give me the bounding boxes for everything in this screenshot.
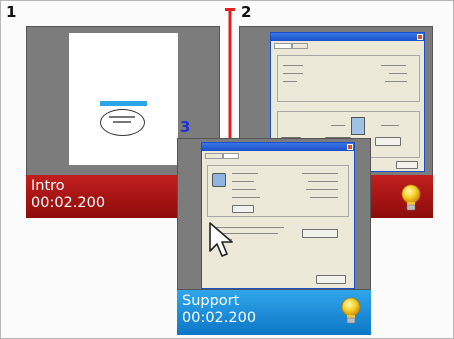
lightbulb-icon[interactable] (340, 297, 362, 325)
slide-number-2: 2 (241, 3, 252, 21)
slide-number-3: 3 (180, 118, 191, 136)
mouse-pointer-icon (209, 222, 233, 257)
slide-sorter-panel: 1 Intro 00:02.200 2 3 Support 00:02.200 (0, 0, 454, 339)
drag-insert-marker (225, 8, 235, 141)
slide-number-1: 1 (6, 3, 17, 21)
lightbulb-icon[interactable] (400, 184, 422, 212)
callout-bubble (100, 101, 147, 106)
slide-thumbnail-1 (69, 33, 178, 165)
slide-thumbnail-3 (201, 142, 355, 289)
slide-card-3[interactable] (177, 138, 371, 290)
